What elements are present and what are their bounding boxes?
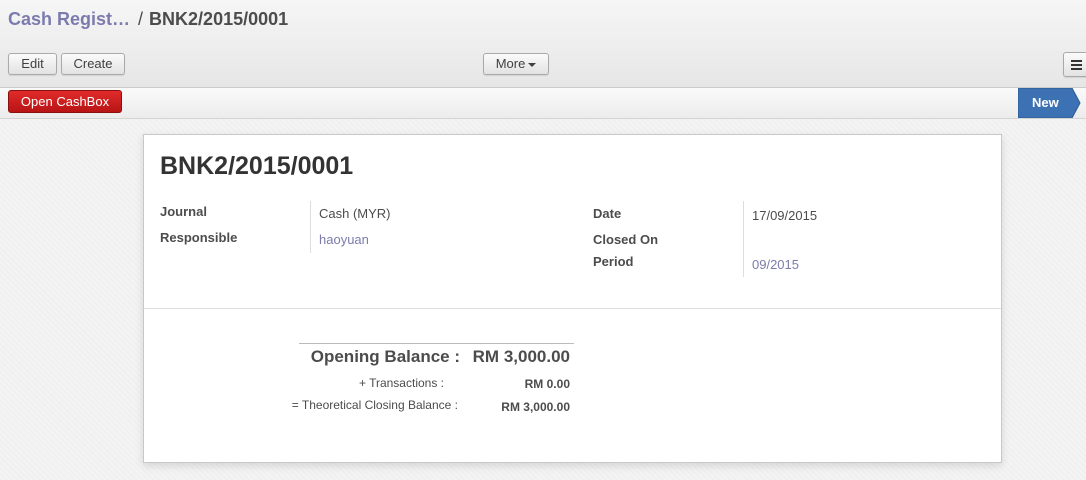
opening-balance-value: RM 3,000.00 bbox=[472, 347, 570, 366]
edit-button[interactable]: Edit bbox=[8, 53, 57, 75]
closed-on-label: Closed On bbox=[593, 232, 659, 247]
more-dropdown-button[interactable]: More bbox=[483, 53, 549, 75]
view-switcher-button[interactable] bbox=[1063, 52, 1086, 77]
create-button[interactable]: Create bbox=[61, 53, 125, 75]
control-panel: Cash Regist… / BNK2/2015/0001 Edit Create … bbox=[0, 0, 1086, 88]
open-cashbox-button[interactable]: Open CashBox bbox=[8, 90, 122, 113]
breadcrumb: Cash Regist… / BNK2/2015/0001 bbox=[8, 9, 288, 30]
stage-new[interactable]: New bbox=[1018, 88, 1086, 118]
responsible-link[interactable]: haoyuan bbox=[319, 232, 369, 247]
period-label: Period bbox=[593, 254, 634, 269]
statusbar: Open CashBox New bbox=[0, 88, 1086, 119]
closing-balance-label: = Theoretical Closing Balance : bbox=[291, 398, 458, 412]
hamburger-icon bbox=[1071, 60, 1082, 70]
breadcrumb-separator: / bbox=[138, 9, 144, 29]
sheet-divider bbox=[144, 308, 1001, 309]
form-sheet: BNK2/2015/0001 Journal Responsible Cash … bbox=[143, 134, 1002, 463]
journal-label: Journal bbox=[160, 204, 207, 219]
field-divider-left bbox=[310, 201, 311, 253]
more-label: More bbox=[495, 56, 526, 71]
field-divider-right bbox=[743, 201, 744, 277]
period-link[interactable]: 09/2015 bbox=[752, 257, 799, 272]
transactions-label: + Transactions : bbox=[358, 376, 444, 390]
balance-top-line bbox=[299, 343, 574, 344]
opening-balance-label: Opening Balance : bbox=[310, 347, 460, 366]
journal-value: Cash (MYR) bbox=[319, 206, 391, 221]
stage-new-label: New bbox=[1032, 95, 1059, 110]
caret-down-icon bbox=[528, 62, 537, 67]
date-value: 17/09/2015 bbox=[752, 208, 818, 223]
breadcrumb-parent-link[interactable]: Cash Regist… bbox=[8, 9, 130, 29]
date-label: Date bbox=[593, 206, 622, 221]
transactions-value: RM 0.00 bbox=[524, 377, 570, 391]
breadcrumb-current: BNK2/2015/0001 bbox=[149, 9, 289, 29]
responsible-label: Responsible bbox=[160, 230, 238, 245]
record-title: BNK2/2015/0001 bbox=[160, 152, 354, 180]
closing-balance-value: RM 3,000.00 bbox=[501, 400, 570, 414]
